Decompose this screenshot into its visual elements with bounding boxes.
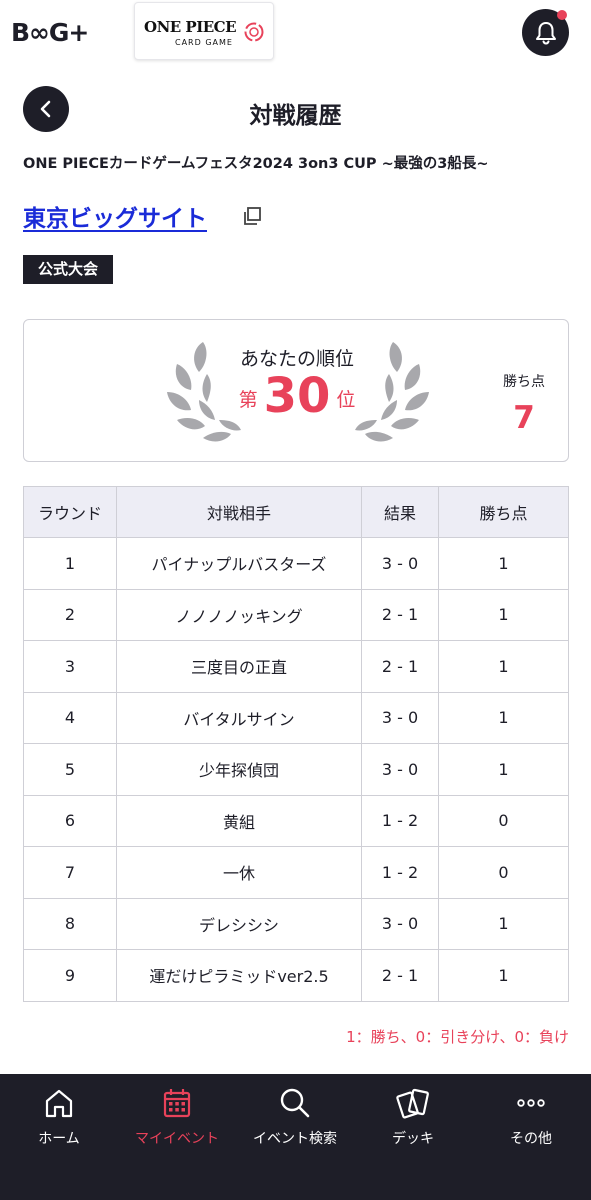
header-opponent: 対戦相手 (116, 486, 362, 538)
cell-round: 6 (23, 794, 117, 847)
nav-label: イベント検索 (253, 1131, 337, 1147)
table-row: 7 一休 1 - 2 0 (23, 846, 569, 899)
cell-result: 3 - 0 (361, 897, 439, 950)
cards-icon (396, 1088, 429, 1119)
table-row: 3 三度目の正直 2 - 1 1 (23, 640, 569, 693)
cell-opponent: 一休 (116, 846, 362, 899)
table-row: 4 バイタルサイン 3 - 0 1 (23, 691, 569, 744)
nav-label: その他 (510, 1131, 552, 1147)
cell-points: 1 (438, 640, 569, 693)
app-header: B∞G+ ONE PIECE CARD GAME (0, 0, 591, 66)
event-name: ONE PIECEカードゲームフェスタ2024 3on3 CUP ~最強の3船長… (23, 156, 489, 172)
table-row: 6 黄組 1 - 2 0 (23, 794, 569, 847)
table-row: 2 ノノノノッキング 2 - 1 1 (23, 588, 569, 641)
rank-number: 30 (263, 368, 331, 424)
header-points: 勝ち点 (438, 486, 569, 538)
rank-card: あなたの順位 第 30 位 勝ち点 7 (23, 319, 569, 462)
bottom-nav: ホーム マイイベント イベント検索 デッキ その他 (0, 1074, 591, 1200)
cell-opponent: デレシシシ (116, 897, 362, 950)
rank-prefix: 第 (238, 389, 258, 411)
cell-round: 3 (23, 640, 117, 693)
cell-points: 1 (438, 537, 569, 590)
header-result: 結果 (361, 486, 439, 538)
game-logo-subtitle: CARD GAME (175, 38, 233, 47)
cell-points: 1 (438, 743, 569, 796)
cell-round: 7 (23, 846, 117, 899)
bell-icon (535, 21, 556, 45)
nav-item-deck[interactable]: デッキ (354, 1074, 472, 1164)
cell-points: 1 (438, 949, 569, 1002)
unread-dot (557, 10, 567, 20)
cell-opponent: 運だけピラミッドver2.5 (116, 949, 362, 1002)
match-results-table: ラウンド 対戦相手 結果 勝ち点 1 パイナップルバスターズ 3 - 0 1 2… (23, 486, 569, 1002)
cell-result: 1 - 2 (361, 794, 439, 847)
cell-result: 3 - 0 (361, 537, 439, 590)
nav-item-my-events[interactable]: マイイベント (118, 1074, 236, 1164)
rank-label: あなたの順位 (239, 348, 354, 370)
more-icon (517, 1099, 545, 1107)
nav-item-more[interactable]: その他 (472, 1074, 590, 1164)
cell-points: 0 (438, 794, 569, 847)
tournament-type-badge: 公式大会 (23, 255, 114, 284)
cell-points: 1 (438, 691, 569, 744)
cell-result: 2 - 1 (361, 640, 439, 693)
points-value: 7 (513, 400, 535, 436)
game-logo[interactable]: ONE PIECE CARD GAME (134, 2, 274, 60)
cell-points: 0 (438, 846, 569, 899)
nav-item-home[interactable]: ホーム (0, 1074, 118, 1164)
cell-round: 9 (23, 949, 117, 1002)
cell-result: 2 - 1 (361, 588, 439, 641)
page-title: 対戦履歴 (249, 103, 342, 129)
table-row: 1 パイナップルバスターズ 3 - 0 1 (23, 537, 569, 590)
header-round: ラウンド (23, 486, 117, 538)
cell-result: 1 - 2 (361, 846, 439, 899)
cell-round: 2 (23, 588, 117, 641)
rank-suffix: 位 (336, 389, 356, 411)
search-icon (280, 1088, 310, 1118)
cell-result: 3 - 0 (361, 743, 439, 796)
home-icon (45, 1089, 73, 1118)
table-row: 8 デレシシシ 3 - 0 1 (23, 897, 569, 950)
table-row: 9 運だけピラミッドver2.5 2 - 1 1 (23, 949, 569, 1002)
cell-result: 3 - 0 (361, 691, 439, 744)
cell-opponent: ノノノノッキング (116, 588, 362, 641)
venue-link[interactable]: 東京ビッグサイト (23, 199, 207, 233)
external-link-icon[interactable] (241, 205, 263, 227)
table-header-row: ラウンド 対戦相手 結果 勝ち点 (23, 486, 569, 538)
cell-opponent: 少年探偵団 (116, 743, 362, 796)
brand-logo[interactable]: B∞G+ (11, 18, 89, 47)
cell-round: 4 (23, 691, 117, 744)
cell-opponent: パイナップルバスターズ (116, 537, 362, 590)
nav-label: ホーム (38, 1131, 80, 1147)
notification-button[interactable] (522, 9, 569, 56)
nav-label: デッキ (392, 1131, 434, 1147)
calendar-icon (163, 1089, 191, 1118)
cell-opponent: 黄組 (116, 794, 362, 847)
cell-round: 5 (23, 743, 117, 796)
cell-result: 2 - 1 (361, 949, 439, 1002)
cell-round: 8 (23, 897, 117, 950)
nav-label: マイイベント (135, 1131, 219, 1147)
cell-opponent: 三度目の正直 (116, 640, 362, 693)
cell-opponent: バイタルサイン (116, 691, 362, 744)
cell-points: 1 (438, 897, 569, 950)
cell-round: 1 (23, 537, 117, 590)
table-row: 5 少年探偵団 3 - 0 1 (23, 743, 569, 796)
game-logo-title: ONE PIECE (144, 18, 237, 36)
nav-item-event-search[interactable]: イベント検索 (236, 1074, 354, 1164)
points-label: 勝ち点 (503, 374, 545, 390)
cell-points: 1 (438, 588, 569, 641)
points-legend: 1：勝ち、0：引き分け、0：負け (346, 1028, 569, 1046)
game-logo-mark-icon (244, 22, 264, 42)
